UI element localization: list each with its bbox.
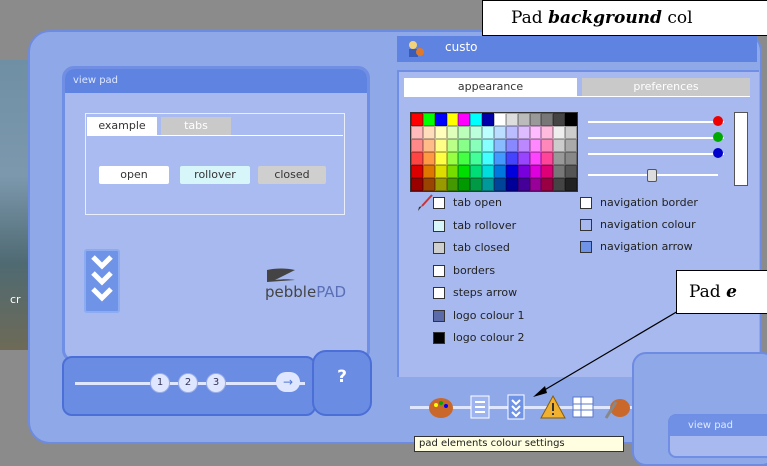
preview-header: view pad [670, 416, 767, 436]
annotation-el-emph: e [726, 282, 737, 302]
annotation-elements: Pad e [676, 270, 767, 314]
toolbar-tooltip: pad elements colour settings [414, 436, 624, 452]
annotation-background: Pad background col [482, 0, 767, 36]
annotation-bg-prefix: Pad [511, 8, 549, 28]
annotation-el-prefix: Pad [689, 282, 727, 302]
annotation-bg-emph: background [548, 8, 662, 28]
annotation-bg-suffix: col [661, 8, 693, 28]
